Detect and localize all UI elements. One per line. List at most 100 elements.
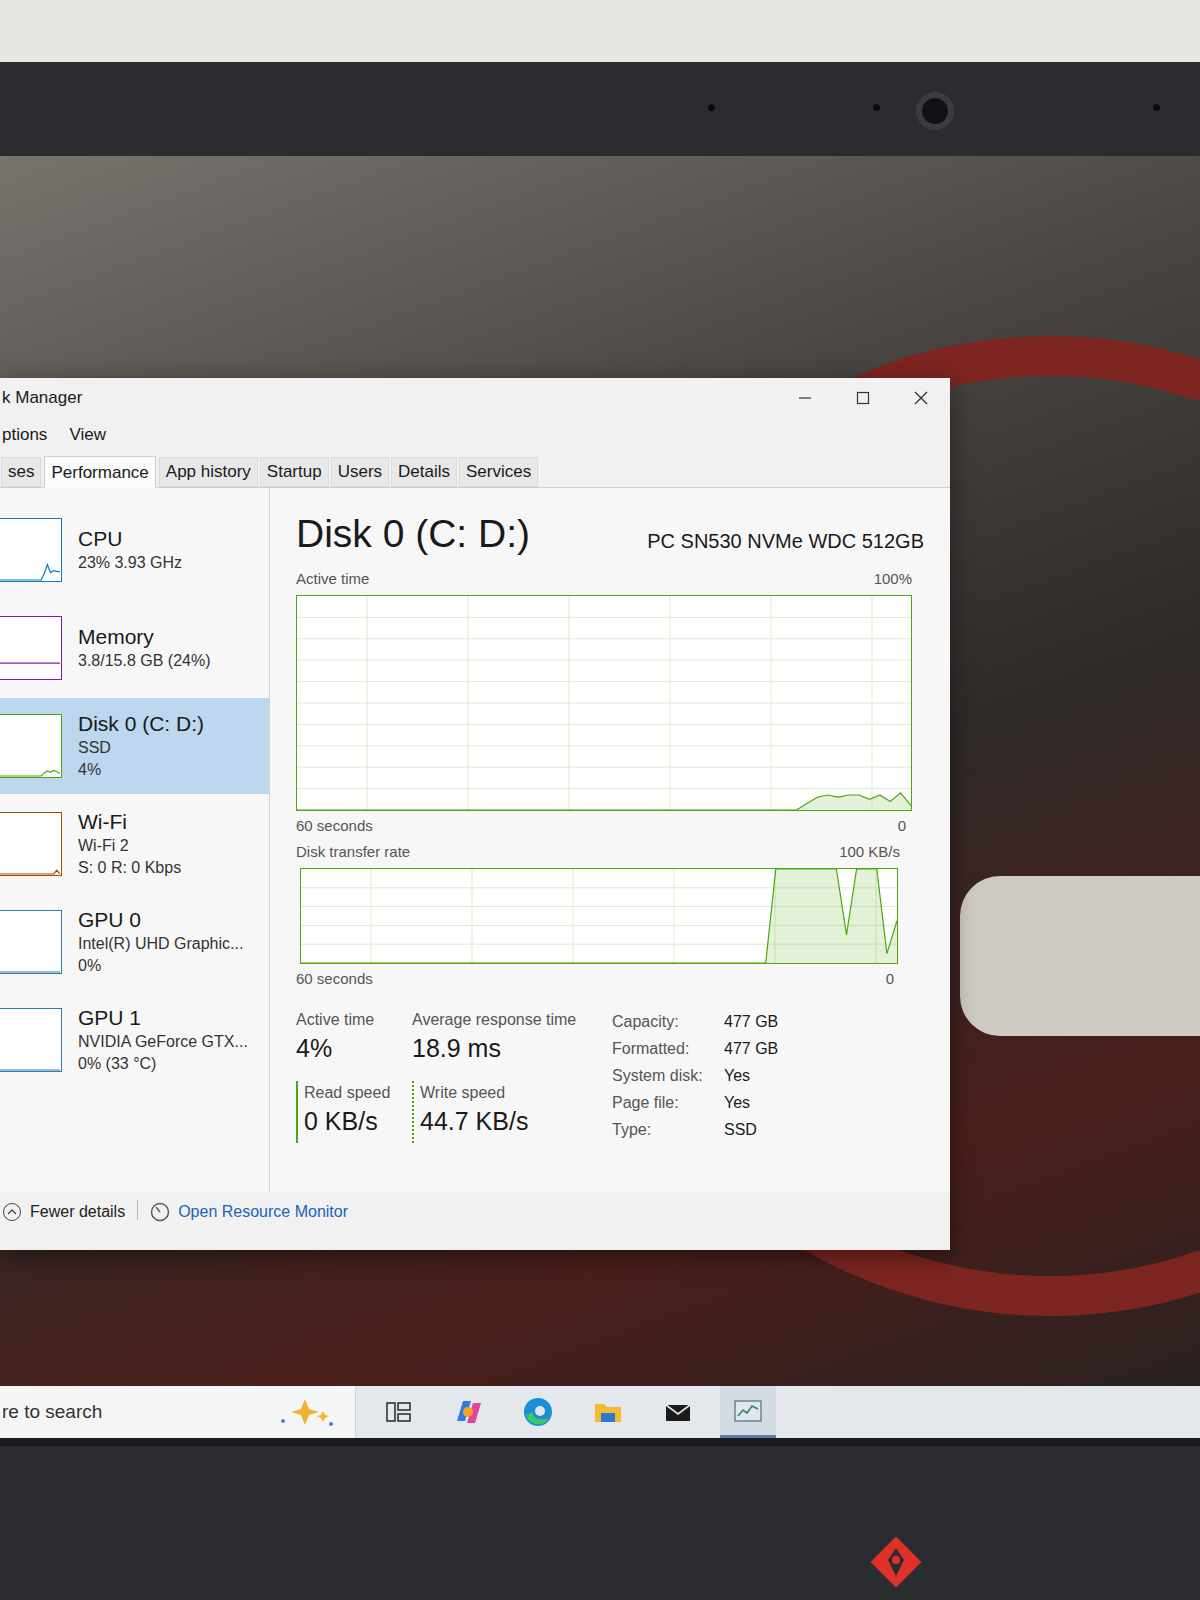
taskbar-search[interactable]: re to search <box>0 1386 356 1438</box>
properties-grid: Capacity:477 GBFormatted:477 GBSystem di… <box>612 1008 778 1143</box>
stat-label: Average response time <box>412 1008 612 1032</box>
disk-panel: Disk 0 (C: D:) PC SN530 NVMe WDC 512GB Act… <box>270 488 950 1192</box>
tab[interactable]: ses <box>1 457 41 487</box>
resource-name[interactable]: CPU <box>78 526 182 552</box>
resource-item[interactable]: Disk 0 (C: D:)SSD4% <box>0 698 269 794</box>
disk-model: PC SN530 NVMe WDC 512GB <box>647 526 924 556</box>
resource-name[interactable]: GPU 1 <box>78 1005 248 1031</box>
chart-title: Active time <box>296 568 369 591</box>
resource-item[interactable]: GPU 0Intel(R) UHD Graphic...0% <box>0 894 269 990</box>
chart-block: Disk transfer rate100 KB/s60 seconds0 <box>296 837 900 990</box>
tab-label[interactable]: Services <box>466 459 531 485</box>
mail-icon <box>661 1395 695 1429</box>
resource-thumbnail <box>0 812 62 876</box>
taskbar: re to search <box>0 1386 1200 1438</box>
taskbar-button[interactable] <box>650 1386 706 1438</box>
taskbar-apps <box>356 1386 776 1438</box>
resource-name[interactable]: Wi-Fi <box>78 809 181 835</box>
minimize-button[interactable] <box>776 378 834 418</box>
series-line <box>297 792 911 809</box>
edge-icon <box>521 1395 555 1429</box>
stat-value: 4% <box>296 1032 412 1064</box>
taskbar-button[interactable] <box>370 1386 426 1438</box>
task-manager-window: k Manager ptions View ses Performance App his… <box>0 378 950 1250</box>
tab[interactable]: App history <box>159 457 258 487</box>
resource-detail: 0% <box>78 955 243 977</box>
menu-item[interactable]: ptions <box>2 422 47 448</box>
sparkle-icon <box>275 1397 335 1427</box>
explorer-icon <box>591 1395 625 1429</box>
maximize-button[interactable] <box>834 378 892 418</box>
stat-value: 0 KB/s <box>304 1105 412 1137</box>
stat-value: 18.9 ms <box>412 1032 612 1064</box>
tab-label[interactable]: Startup <box>267 459 322 485</box>
taskbar-button[interactable] <box>440 1386 496 1438</box>
photo-frame: k Manager ptions View ses Performance App his… <box>0 0 1200 1600</box>
sparkline <box>0 971 60 972</box>
window-footer: Fewer details Open Resource Monitor <box>0 1192 950 1250</box>
minimize-icon <box>797 390 813 406</box>
resource-monitor-link[interactable]: Open Resource Monitor <box>150 1200 348 1224</box>
resource-detail: S: 0 R: 0 Kbps <box>78 857 181 879</box>
fewer-details-button[interactable]: Fewer details <box>2 1200 125 1224</box>
tab-label[interactable]: Performance <box>51 460 148 486</box>
tab[interactable]: Services <box>459 457 538 487</box>
sparkline-chart <box>0 813 60 875</box>
tab[interactable]: Users <box>331 457 389 487</box>
taskbar-button[interactable] <box>720 1386 776 1438</box>
stat: Average response time18.9 ms <box>412 1008 612 1071</box>
series-area <box>301 869 897 963</box>
sparkline <box>0 662 60 663</box>
menu-item[interactable]: View <box>69 422 106 448</box>
panel-title: Disk 0 (C: D:) <box>296 510 530 558</box>
resource-thumbnail <box>0 518 62 582</box>
sparkline-chart <box>0 617 60 679</box>
sparkline <box>0 770 60 776</box>
close-icon <box>913 390 929 406</box>
tab[interactable]: Performance <box>44 456 155 488</box>
resource-item[interactable]: Wi-FiWi-Fi 2S: 0 R: 0 Kbps <box>0 796 269 892</box>
stat: Write speed44.7 KB/s <box>412 1081 612 1144</box>
resource-text: GPU 1NVIDIA GeForce GTX...0% (33 °C) <box>78 1005 248 1075</box>
sparkline <box>0 565 60 581</box>
tab-label[interactable]: Users <box>338 459 382 485</box>
resource-name[interactable]: Disk 0 (C: D:) <box>78 711 204 737</box>
tab-label[interactable]: ses <box>8 459 34 485</box>
stats-grid: Active time4%Average response time18.9 m… <box>296 1008 612 1143</box>
resource-text: CPU23% 3.93 GHz <box>78 526 182 574</box>
property-label: System disk: <box>612 1064 724 1088</box>
resource-thumbnail <box>0 616 62 680</box>
resource-thumbnail <box>0 714 62 778</box>
resource-item[interactable]: CPU23% 3.93 GHz <box>0 502 269 598</box>
title-bar: k Manager <box>0 378 950 418</box>
resource-name[interactable]: GPU 0 <box>78 907 243 933</box>
fewer-details-label[interactable]: Fewer details <box>30 1200 125 1224</box>
resource-name[interactable]: Memory <box>78 624 211 650</box>
sensor-dot-icon <box>708 104 715 111</box>
tab[interactable]: Details <box>391 457 457 487</box>
property-label: Type: <box>612 1118 724 1142</box>
tab-label[interactable]: Details <box>398 459 450 485</box>
resource-monitor-icon <box>150 1202 170 1222</box>
stat-label: Write speed <box>420 1081 612 1105</box>
taskbar-button[interactable] <box>510 1386 566 1438</box>
resource-item[interactable]: Memory3.8/15.8 GB (24%) <box>0 600 269 696</box>
tab[interactable]: Startup <box>260 457 329 487</box>
chart-axis-row: 60 seconds0 <box>296 815 912 838</box>
tab-label[interactable]: App history <box>166 459 251 485</box>
resource-detail: 3.8/15.8 GB (24%) <box>78 650 211 672</box>
resource-item[interactable]: GPU 1NVIDIA GeForce GTX...0% (33 °C) <box>0 992 269 1088</box>
taskbar-button[interactable] <box>580 1386 636 1438</box>
close-button[interactable] <box>892 378 950 418</box>
resource-text: Memory3.8/15.8 GB (24%) <box>78 624 211 672</box>
property-label: Formatted: <box>612 1037 724 1061</box>
property-value: Yes <box>724 1064 778 1088</box>
resource-monitor-label[interactable]: Open Resource Monitor <box>178 1200 348 1224</box>
property-value: 477 GB <box>724 1010 778 1034</box>
screen-bottom <box>0 1438 1200 1446</box>
axis-end-label: 0 <box>886 968 894 991</box>
search-placeholder[interactable]: re to search <box>2 1398 102 1427</box>
resource-text: GPU 0Intel(R) UHD Graphic...0% <box>78 907 243 977</box>
resource-text: Wi-FiWi-Fi 2S: 0 R: 0 Kbps <box>78 809 181 879</box>
sparkline <box>0 870 60 874</box>
